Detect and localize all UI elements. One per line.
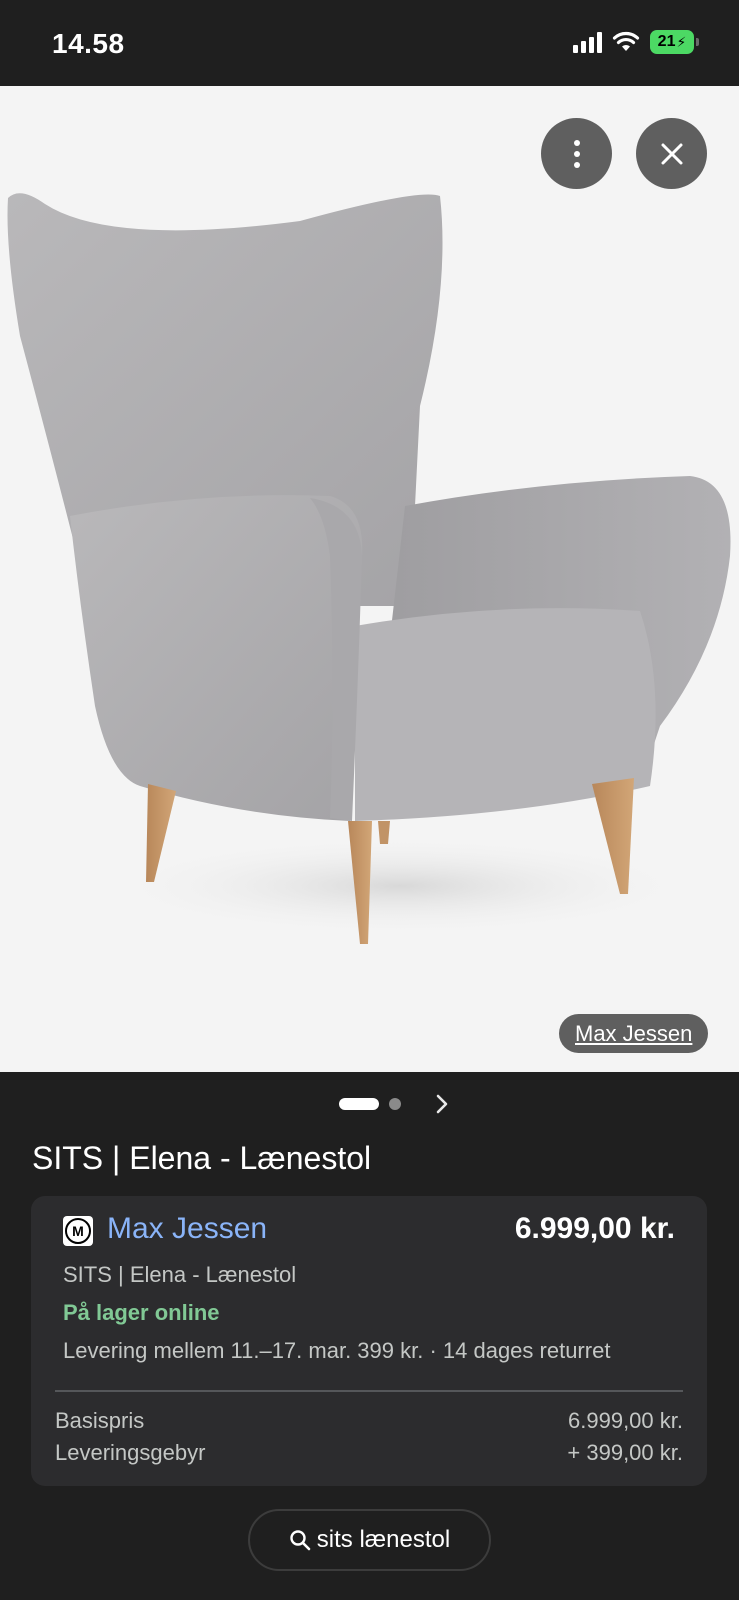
product-title: SITS | Elena - Lænestol	[32, 1140, 372, 1176]
search-query-label: sits lænestol	[316, 1526, 451, 1553]
image-carousel-indicator	[0, 1092, 739, 1116]
carousel-dot[interactable]	[389, 1098, 401, 1110]
product-image	[7, 193, 731, 944]
svg-text:M: M	[72, 1223, 84, 1239]
wifi-icon	[612, 31, 640, 51]
close-icon	[661, 143, 682, 164]
search-icon	[290, 1530, 311, 1551]
more-options-button[interactable]	[541, 118, 612, 189]
delivery-fee-label: Leveringsgebyr	[55, 1440, 206, 1465]
status-bar: 14.58 21 ⚡	[0, 0, 739, 86]
search-button[interactable]: sits lænestol	[248, 1509, 491, 1571]
offer-product-name: SITS | Elena - Lænestol	[63, 1262, 297, 1287]
close-button[interactable]	[636, 118, 707, 189]
merchant-logo: M	[63, 1216, 93, 1246]
cellular-signal-icon	[573, 31, 602, 53]
divider	[55, 1390, 683, 1392]
offer-price: 6.999,00 kr.	[514, 1212, 675, 1245]
source-link[interactable]: Max Jessen	[559, 1014, 709, 1053]
delivery-info: Levering mellem 11.–17. mar. 399 kr. · 1…	[63, 1338, 611, 1363]
product-image-viewer[interactable]: Max Jessen	[0, 86, 739, 1072]
offer-card[interactable]: M Max Jessen 6.999,00 kr. SITS | Elena -…	[31, 1196, 707, 1486]
merchant-logo-icon: M	[65, 1218, 91, 1244]
battery-level: 21	[657, 33, 676, 50]
more-vert-icon	[573, 139, 580, 168]
status-time: 14.58	[52, 28, 125, 59]
base-price-label: Basispris	[55, 1408, 145, 1433]
delivery-fee-value: + 399,00 kr.	[567, 1440, 683, 1465]
merchant-name-link[interactable]: Max Jessen	[107, 1212, 267, 1246]
chevron-right-icon[interactable]	[430, 1092, 454, 1116]
status-icons: 21 ⚡	[573, 30, 699, 54]
base-price-value: 6.999,00 kr.	[568, 1408, 683, 1433]
stock-status: På lager online	[63, 1300, 220, 1325]
battery-icon: 21 ⚡	[650, 30, 694, 54]
carousel-dot-active[interactable]	[339, 1098, 379, 1110]
